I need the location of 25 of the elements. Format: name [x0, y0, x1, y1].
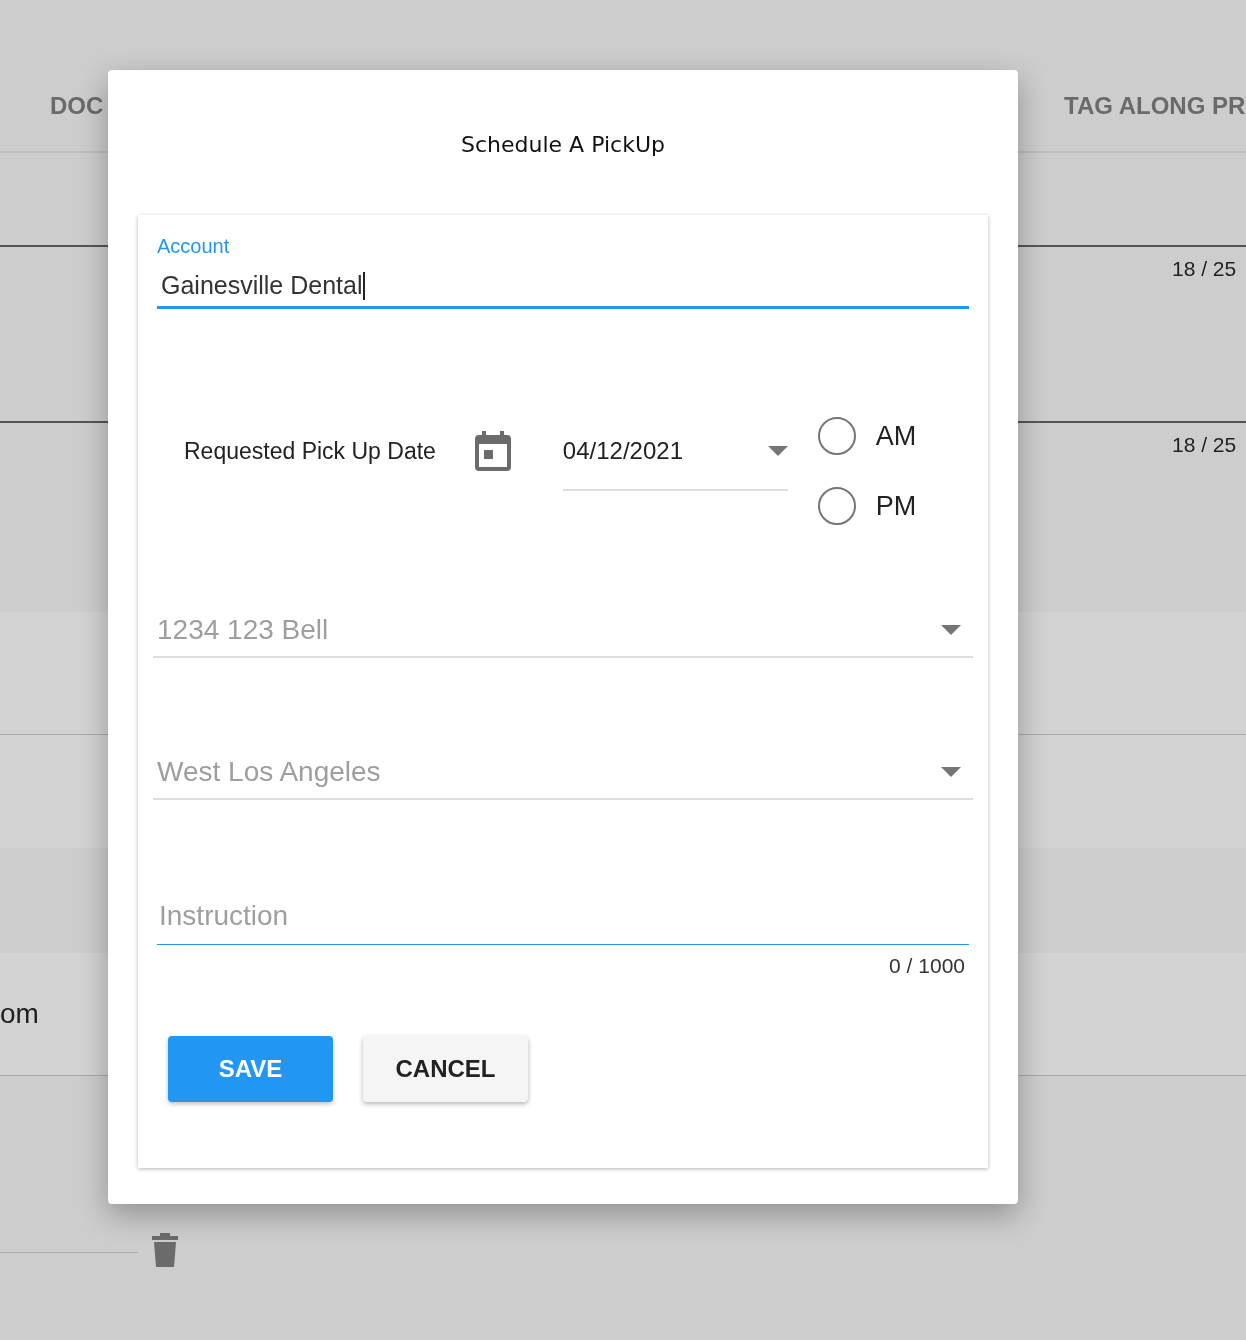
radio-icon[interactable] — [817, 417, 856, 455]
cancel-button[interactable]: CANCEL — [363, 1036, 528, 1102]
field-value: Gainesville Dental — [160, 271, 365, 300]
radio-option[interactable]: PM — [817, 487, 917, 525]
date-value: 04/12/2021 — [562, 437, 683, 465]
radio-icon[interactable] — [817, 487, 856, 525]
select-placeholder: 1234 123 Bell — [157, 614, 329, 646]
field-label: Requested Pick Up Date — [184, 438, 436, 465]
radio-option[interactable]: AM — [817, 417, 917, 455]
calendar-icon[interactable] — [474, 431, 511, 471]
trash-icon[interactable] — [152, 1233, 178, 1267]
dropdown-caret-icon[interactable] — [941, 625, 961, 635]
dropdown-caret-icon[interactable] — [767, 446, 788, 456]
dropdown-caret-icon[interactable] — [941, 767, 961, 777]
character-counter: 18 / 25 — [1172, 432, 1238, 458]
account-field[interactable]: Account Gainesville Dental — [157, 235, 969, 309]
field-label: Account — [157, 235, 230, 258]
dialog-title: Schedule A PickUp — [461, 132, 665, 157]
character-counter: 18 / 25 — [1172, 256, 1238, 282]
column-header: TAG ALONG PR — [1064, 91, 1246, 120]
column-header: DOC — [49, 91, 104, 120]
date-dropdown[interactable]: 04/12/2021 — [562, 417, 788, 491]
table-cell: om — [0, 998, 39, 1030]
character-counter: 0 / 1000 — [889, 954, 965, 978]
select-placeholder: West Los Angeles — [157, 756, 381, 788]
